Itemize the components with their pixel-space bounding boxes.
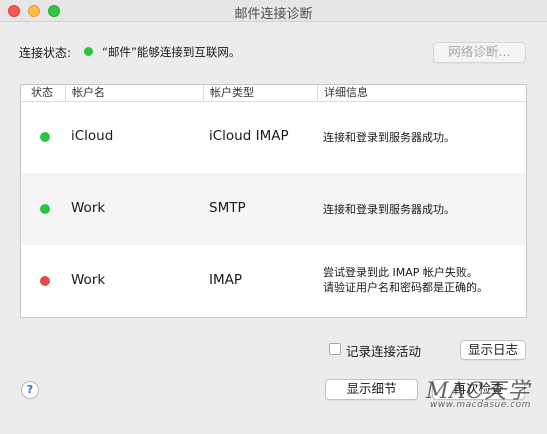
column-header-status[interactable]: 状态 <box>31 85 53 101</box>
account-info-line1: 尝试登录到此 IMAP 帐户失败。 <box>323 266 478 279</box>
connection-status-label: 连接状态: <box>19 46 72 60</box>
show-details-button[interactable]: 显示细节 <box>325 379 418 400</box>
show-log-button[interactable]: 显示日志 <box>460 340 526 360</box>
account-name: Work <box>71 200 106 216</box>
mail-connection-doctor-window: 邮件连接诊断 连接状态: “邮件”能够连接到互联网。 网络诊断… 状态 帐户名 … <box>0 0 547 434</box>
connection-status-dot-icon <box>84 47 93 56</box>
table-row[interactable]: iCloud iCloud IMAP 连接和登录到服务器成功。 <box>21 101 526 173</box>
column-header-account-name[interactable]: 帐户名 <box>65 85 105 101</box>
account-info-line1: 连接和登录到服务器成功。 <box>323 203 455 216</box>
column-header-account-type[interactable]: 帐户类型 <box>203 85 254 101</box>
network-diagnose-button[interactable]: 网络诊断… <box>433 42 526 63</box>
table-row[interactable]: Work SMTP 连接和登录到服务器成功。 <box>21 173 526 245</box>
column-header-details[interactable]: 详细信息 <box>317 85 368 101</box>
accounts-table: 状态 帐户名 帐户类型 详细信息 iCloud iCloud IMAP 连接和登… <box>20 84 527 318</box>
title-bar: 邮件连接诊断 <box>0 0 547 22</box>
account-info-line2: 请验证用户名和密码都是正确的。 <box>323 281 488 294</box>
log-connection-activity-label[interactable]: 记录连接活动 <box>346 341 421 360</box>
account-name: iCloud <box>71 128 114 144</box>
recheck-button[interactable]: 再次检查 <box>432 379 525 400</box>
account-type: IMAP <box>209 272 243 288</box>
connection-status-message: “邮件”能够连接到互联网。 <box>102 45 241 59</box>
table-row[interactable]: Work IMAP 尝试登录到此 IMAP 帐户失败。 请验证用户名和密码都是正… <box>21 245 526 317</box>
account-type: iCloud IMAP <box>209 128 289 144</box>
log-connection-activity-checkbox[interactable] <box>329 343 341 355</box>
status-dot-icon <box>40 204 50 214</box>
status-dot-icon <box>40 132 50 142</box>
status-dot-icon <box>40 276 50 286</box>
watermark-url: www.macdasue.com <box>430 400 531 410</box>
account-name: Work <box>71 272 106 288</box>
account-info-line1: 连接和登录到服务器成功。 <box>323 131 455 144</box>
window-title: 邮件连接诊断 <box>234 7 313 22</box>
table-header: 状态 帐户名 帐户类型 详细信息 <box>21 85 526 102</box>
help-button[interactable]: ? <box>21 381 39 399</box>
account-type: SMTP <box>209 200 246 216</box>
